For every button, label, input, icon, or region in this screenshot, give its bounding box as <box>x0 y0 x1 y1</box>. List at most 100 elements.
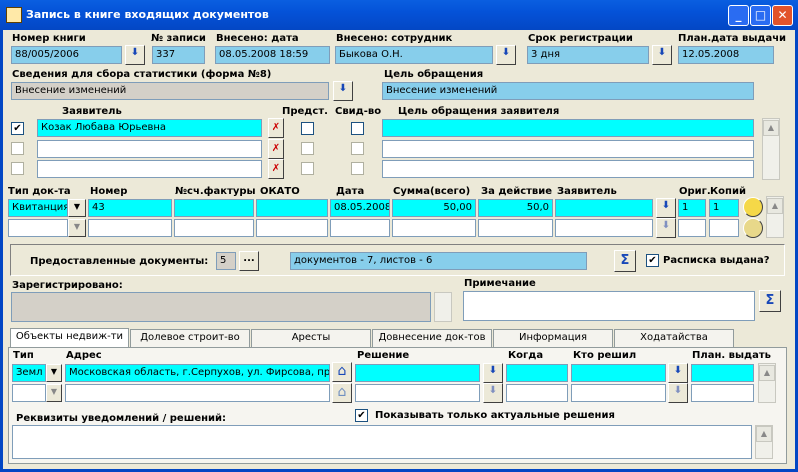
applicants-scrollbar[interactable]: ▲ <box>762 118 780 180</box>
obj-type-dropdown-button[interactable]: ▼ <box>46 364 62 382</box>
tab-shared-construction[interactable]: Долевое строит-во <box>130 329 250 347</box>
rep-checkbox[interactable] <box>301 162 314 175</box>
note-field[interactable] <box>463 291 755 321</box>
term-field[interactable]: 3 дня <box>527 46 649 64</box>
notif-field[interactable] <box>12 425 752 459</box>
term-down-button[interactable]: ⬇ <box>652 45 672 65</box>
doc-applicant-down-button[interactable]: ⬇ <box>656 198 676 218</box>
rep-checkbox[interactable] <box>301 122 314 135</box>
book-field[interactable]: 88/005/2006 <box>11 46 122 64</box>
doc-copies-field[interactable]: 1 <box>709 199 739 217</box>
doc-date-field[interactable]: 08.05.2008 <box>330 199 390 217</box>
provided-count-field[interactable]: 5 <box>216 252 236 270</box>
rep-checkbox[interactable] <box>301 142 314 155</box>
doc-sum-field-empty[interactable] <box>392 219 476 237</box>
obj-who-down-button[interactable]: ⬇ <box>668 383 688 403</box>
obj-type-dropdown-button[interactable]: ▼ <box>46 384 62 402</box>
note-sum-button[interactable]: Σ <box>759 290 781 312</box>
entered-date-field[interactable]: 08.05.2008 18:59 <box>215 46 330 64</box>
cert-checkbox[interactable] <box>351 122 364 135</box>
applicant-purpose-field[interactable] <box>382 119 754 137</box>
objects-scrollbar[interactable]: ▲ <box>758 363 776 403</box>
receipt-checkbox[interactable]: ✔ <box>646 254 659 267</box>
scroll-up-icon[interactable]: ▲ <box>763 120 779 136</box>
docs-scrollbar[interactable]: ▲ <box>766 196 784 238</box>
doc-print-button[interactable] <box>743 197 763 217</box>
doc-print-button[interactable] <box>743 218 763 238</box>
doc-invoice-field-empty[interactable] <box>174 219 254 237</box>
recno-field[interactable]: 337 <box>152 46 205 64</box>
doc-copies-field-empty[interactable] <box>709 219 739 237</box>
obj-type-select-empty[interactable] <box>12 384 46 402</box>
tab-information[interactable]: Информация <box>493 329 613 347</box>
stats-field[interactable]: Внесение изменений <box>11 82 329 100</box>
obj-addr-house-button[interactable]: ⌂ <box>332 383 352 403</box>
doc-orig-field-empty[interactable] <box>678 219 706 237</box>
applicant-clear-button[interactable]: ✗ <box>268 118 284 138</box>
book-down-button[interactable]: ⬇ <box>125 45 145 65</box>
doc-applicant-field[interactable] <box>555 199 653 217</box>
obj-addr-field[interactable]: Московская область, г.Серпухов, ул. Фирс… <box>65 364 330 382</box>
stats-down-button[interactable]: ⬇ <box>333 81 353 101</box>
obj-decision-down-button[interactable]: ⬇ <box>483 363 503 383</box>
cert-checkbox[interactable] <box>351 162 364 175</box>
scroll-up-icon[interactable]: ▲ <box>767 198 783 214</box>
provided-more-button[interactable]: ... <box>239 251 259 271</box>
applicant-row-checkbox[interactable] <box>11 142 24 155</box>
doc-sum-field[interactable]: 50,00 <box>392 199 476 217</box>
obj-who-field[interactable] <box>571 364 666 382</box>
obj-addr-field-empty[interactable] <box>65 384 330 402</box>
obj-decision-down-button[interactable]: ⬇ <box>483 383 503 403</box>
provided-sum-button[interactable]: Σ <box>614 250 636 272</box>
applicant-purpose-field[interactable] <box>382 160 754 178</box>
doc-for-field[interactable]: 50,0 <box>478 199 553 217</box>
registered-scrollbar[interactable] <box>434 292 452 322</box>
obj-when-field-empty[interactable] <box>506 384 568 402</box>
doc-orig-field[interactable]: 1 <box>678 199 706 217</box>
show-actual-checkbox[interactable]: ✔ <box>355 409 368 422</box>
scroll-up-icon[interactable]: ▲ <box>756 426 772 442</box>
applicant-clear-button[interactable]: ✗ <box>268 159 284 179</box>
obj-plan-field-empty[interactable] <box>691 384 754 402</box>
doc-num-field[interactable]: 43 <box>88 199 172 217</box>
applicant-row-checkbox[interactable]: ✔ <box>11 122 24 135</box>
applicant-name-field[interactable]: Козак Любава Юрьевна <box>37 119 262 137</box>
obj-decision-field-empty[interactable] <box>355 384 480 402</box>
applicant-clear-button[interactable]: ✗ <box>268 139 284 159</box>
cert-checkbox[interactable] <box>351 142 364 155</box>
provided-summary-field[interactable]: документов - 7, листов - 6 <box>290 252 587 270</box>
doc-date-field-empty[interactable] <box>330 219 390 237</box>
applicant-name-field[interactable] <box>37 140 262 158</box>
notif-scrollbar[interactable]: ▲ <box>755 425 773 459</box>
obj-when-field[interactable] <box>506 364 568 382</box>
plan-field[interactable]: 12.05.2008 <box>678 46 774 64</box>
minimize-button[interactable]: _ <box>728 5 749 26</box>
doc-invoice-field[interactable] <box>174 199 254 217</box>
doc-okato-field[interactable] <box>256 199 328 217</box>
doc-applicant-down-button[interactable]: ⬇ <box>656 218 676 238</box>
tab-objects[interactable]: Объекты недвиж-ти <box>10 328 129 348</box>
doc-type-dropdown-button[interactable]: ▼ <box>68 219 86 237</box>
obj-addr-house-button[interactable]: ⌂ <box>332 362 352 382</box>
doc-type-dropdown-button[interactable]: ▼ <box>68 199 86 217</box>
tab-arrests[interactable]: Аресты <box>251 329 371 347</box>
obj-who-field-empty[interactable] <box>571 384 666 402</box>
doc-type-select-empty[interactable] <box>8 219 68 237</box>
close-button[interactable]: ✕ <box>772 5 793 26</box>
doc-type-select[interactable]: Квитанция <box>8 199 68 217</box>
scroll-up-icon[interactable]: ▲ <box>759 365 775 381</box>
tab-petitions[interactable]: Ходатайства <box>614 329 734 347</box>
doc-okato-field-empty[interactable] <box>256 219 328 237</box>
applicant-row-checkbox[interactable] <box>11 162 24 175</box>
obj-type-select[interactable]: Земл <box>12 364 46 382</box>
doc-applicant-field-empty[interactable] <box>555 219 653 237</box>
doc-for-field-empty[interactable] <box>478 219 553 237</box>
entered-by-field[interactable]: Быкова О.Н. <box>335 46 493 64</box>
purpose-field[interactable]: Внесение изменений <box>382 82 754 100</box>
obj-who-down-button[interactable]: ⬇ <box>668 363 688 383</box>
applicant-name-field[interactable] <box>37 160 262 178</box>
obj-plan-field[interactable] <box>691 364 754 382</box>
doc-num-field-empty[interactable] <box>88 219 172 237</box>
maximize-button[interactable]: □ <box>750 5 771 26</box>
applicant-purpose-field[interactable] <box>382 140 754 158</box>
